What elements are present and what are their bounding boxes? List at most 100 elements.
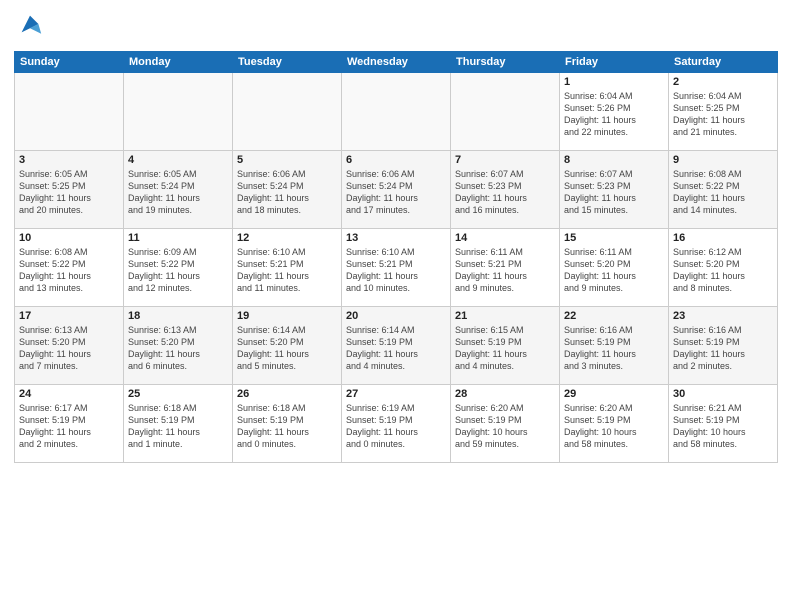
calendar-cell: 9 Sunrise: 6:08 AM Sunset: 5:22 PM Daylig… (669, 151, 778, 229)
day-number: 19 (237, 310, 337, 322)
day-number: 11 (128, 232, 228, 244)
day-info: Sunrise: 6:04 AM Sunset: 5:25 PM Dayligh… (673, 90, 773, 139)
calendar-cell: 18 Sunrise: 6:13 AM Sunset: 5:20 PM Dayli… (124, 307, 233, 385)
weekday-header: Thursday (451, 52, 560, 73)
day-info: Sunrise: 6:06 AM Sunset: 5:24 PM Dayligh… (237, 168, 337, 217)
calendar-week-row: 3 Sunrise: 6:05 AM Sunset: 5:25 PM Daylig… (15, 151, 778, 229)
calendar-week-row: 17 Sunrise: 6:13 AM Sunset: 5:20 PM Dayli… (15, 307, 778, 385)
day-info: Sunrise: 6:18 AM Sunset: 5:19 PM Dayligh… (128, 402, 228, 451)
logo (14, 10, 44, 43)
day-number: 16 (673, 232, 773, 244)
calendar-cell: 3 Sunrise: 6:05 AM Sunset: 5:25 PM Daylig… (15, 151, 124, 229)
day-number: 10 (19, 232, 119, 244)
calendar-cell (233, 73, 342, 151)
day-number: 14 (455, 232, 555, 244)
day-number: 26 (237, 388, 337, 400)
calendar-cell (451, 73, 560, 151)
day-number: 8 (564, 154, 664, 166)
day-info: Sunrise: 6:19 AM Sunset: 5:19 PM Dayligh… (346, 402, 446, 451)
day-info: Sunrise: 6:16 AM Sunset: 5:19 PM Dayligh… (564, 324, 664, 373)
calendar-cell: 19Sunrise: 6:14 AM Sunset: 5:20 PM Dayli… (233, 307, 342, 385)
calendar-cell: 6Sunrise: 6:06 AM Sunset: 5:24 PM Daylig… (342, 151, 451, 229)
calendar-cell: 8 Sunrise: 6:07 AM Sunset: 5:23 PM Daylig… (560, 151, 669, 229)
day-number: 18 (128, 310, 228, 322)
day-info: Sunrise: 6:09 AM Sunset: 5:22 PM Dayligh… (128, 246, 228, 295)
calendar-cell: 22 Sunrise: 6:16 AM Sunset: 5:19 PM Dayli… (560, 307, 669, 385)
day-number: 3 (19, 154, 119, 166)
calendar-cell: 17 Sunrise: 6:13 AM Sunset: 5:20 PM Dayli… (15, 307, 124, 385)
day-info: Sunrise: 6:10 AM Sunset: 5:21 PM Dayligh… (237, 246, 337, 295)
day-info: Sunrise: 6:13 AM Sunset: 5:20 PM Dayligh… (19, 324, 119, 373)
day-number: 13 (346, 232, 446, 244)
day-info: Sunrise: 6:10 AM Sunset: 5:21 PM Dayligh… (346, 246, 446, 295)
day-info: Sunrise: 6:04 AM Sunset: 5:26 PM Dayligh… (564, 90, 664, 139)
day-info: Sunrise: 6:15 AM Sunset: 5:19 PM Dayligh… (455, 324, 555, 373)
day-number: 4 (128, 154, 228, 166)
day-info: Sunrise: 6:20 AM Sunset: 5:19 PM Dayligh… (455, 402, 555, 451)
day-number: 24 (19, 388, 119, 400)
weekday-header: Tuesday (233, 52, 342, 73)
calendar-cell: 15 Sunrise: 6:11 AM Sunset: 5:20 PM Dayli… (560, 229, 669, 307)
calendar-cell: 7 Sunrise: 6:07 AM Sunset: 5:23 PM Daylig… (451, 151, 560, 229)
day-info: Sunrise: 6:13 AM Sunset: 5:20 PM Dayligh… (128, 324, 228, 373)
day-number: 29 (564, 388, 664, 400)
day-number: 23 (673, 310, 773, 322)
day-info: Sunrise: 6:08 AM Sunset: 5:22 PM Dayligh… (19, 246, 119, 295)
day-number: 7 (455, 154, 555, 166)
day-number: 9 (673, 154, 773, 166)
calendar-cell: 11 Sunrise: 6:09 AM Sunset: 5:22 PM Dayli… (124, 229, 233, 307)
day-info: Sunrise: 6:07 AM Sunset: 5:23 PM Dayligh… (455, 168, 555, 217)
weekday-header: Monday (124, 52, 233, 73)
weekday-header: Friday (560, 52, 669, 73)
day-number: 5 (237, 154, 337, 166)
day-number: 27 (346, 388, 446, 400)
calendar-cell: 1 Sunrise: 6:04 AM Sunset: 5:26 PM Daylig… (560, 73, 669, 151)
calendar-cell: 25 Sunrise: 6:18 AM Sunset: 5:19 PM Dayli… (124, 385, 233, 463)
day-number: 25 (128, 388, 228, 400)
day-info: Sunrise: 6:18 AM Sunset: 5:19 PM Dayligh… (237, 402, 337, 451)
day-info: Sunrise: 6:12 AM Sunset: 5:20 PM Dayligh… (673, 246, 773, 295)
day-number: 2 (673, 76, 773, 88)
calendar-cell: 2 Sunrise: 6:04 AM Sunset: 5:25 PM Daylig… (669, 73, 778, 151)
calendar-cell: 23 Sunrise: 6:16 AM Sunset: 5:19 PM Dayli… (669, 307, 778, 385)
day-info: Sunrise: 6:07 AM Sunset: 5:23 PM Dayligh… (564, 168, 664, 217)
calendar-cell: 16 Sunrise: 6:12 AM Sunset: 5:20 PM Dayli… (669, 229, 778, 307)
day-info: Sunrise: 6:08 AM Sunset: 5:22 PM Dayligh… (673, 168, 773, 217)
calendar-cell: 12Sunrise: 6:10 AM Sunset: 5:21 PM Dayli… (233, 229, 342, 307)
day-info: Sunrise: 6:21 AM Sunset: 5:19 PM Dayligh… (673, 402, 773, 451)
day-info: Sunrise: 6:14 AM Sunset: 5:19 PM Dayligh… (346, 324, 446, 373)
calendar-cell: 4 Sunrise: 6:05 AM Sunset: 5:24 PM Daylig… (124, 151, 233, 229)
weekday-header: Sunday (15, 52, 124, 73)
day-number: 22 (564, 310, 664, 322)
day-info: Sunrise: 6:05 AM Sunset: 5:25 PM Dayligh… (19, 168, 119, 217)
calendar-cell: 10 Sunrise: 6:08 AM Sunset: 5:22 PM Dayli… (15, 229, 124, 307)
day-number: 17 (19, 310, 119, 322)
calendar-cell: 29 Sunrise: 6:20 AM Sunset: 5:19 PM Dayli… (560, 385, 669, 463)
calendar-week-row: 24 Sunrise: 6:17 AM Sunset: 5:19 PM Dayli… (15, 385, 778, 463)
calendar-cell (124, 73, 233, 151)
calendar-cell: 13 Sunrise: 6:10 AM Sunset: 5:21 PM Dayli… (342, 229, 451, 307)
calendar-cell (342, 73, 451, 151)
day-info: Sunrise: 6:05 AM Sunset: 5:24 PM Dayligh… (128, 168, 228, 217)
day-info: Sunrise: 6:20 AM Sunset: 5:19 PM Dayligh… (564, 402, 664, 451)
calendar-cell: 5 Sunrise: 6:06 AM Sunset: 5:24 PM Daylig… (233, 151, 342, 229)
calendar-cell: 28 Sunrise: 6:20 AM Sunset: 5:19 PM Dayli… (451, 385, 560, 463)
calendar-cell: 26 Sunrise: 6:18 AM Sunset: 5:19 PM Dayli… (233, 385, 342, 463)
calendar-week-row: 10 Sunrise: 6:08 AM Sunset: 5:22 PM Dayli… (15, 229, 778, 307)
day-info: Sunrise: 6:06 AM Sunset: 5:24 PM Dayligh… (346, 168, 446, 217)
day-number: 28 (455, 388, 555, 400)
calendar-cell: 21 Sunrise: 6:15 AM Sunset: 5:19 PM Dayli… (451, 307, 560, 385)
header (14, 10, 778, 43)
calendar-header-row: SundayMondayTuesdayWednesdayThursdayFrid… (15, 52, 778, 73)
day-info: Sunrise: 6:17 AM Sunset: 5:19 PM Dayligh… (19, 402, 119, 451)
day-number: 1 (564, 76, 664, 88)
day-number: 30 (673, 388, 773, 400)
logo-icon (16, 10, 44, 38)
day-info: Sunrise: 6:16 AM Sunset: 5:19 PM Dayligh… (673, 324, 773, 373)
weekday-header: Wednesday (342, 52, 451, 73)
calendar-cell: 14Sunrise: 6:11 AM Sunset: 5:21 PM Dayli… (451, 229, 560, 307)
day-number: 21 (455, 310, 555, 322)
day-number: 15 (564, 232, 664, 244)
calendar: SundayMondayTuesdayWednesdayThursdayFrid… (14, 51, 778, 463)
day-info: Sunrise: 6:11 AM Sunset: 5:20 PM Dayligh… (564, 246, 664, 295)
